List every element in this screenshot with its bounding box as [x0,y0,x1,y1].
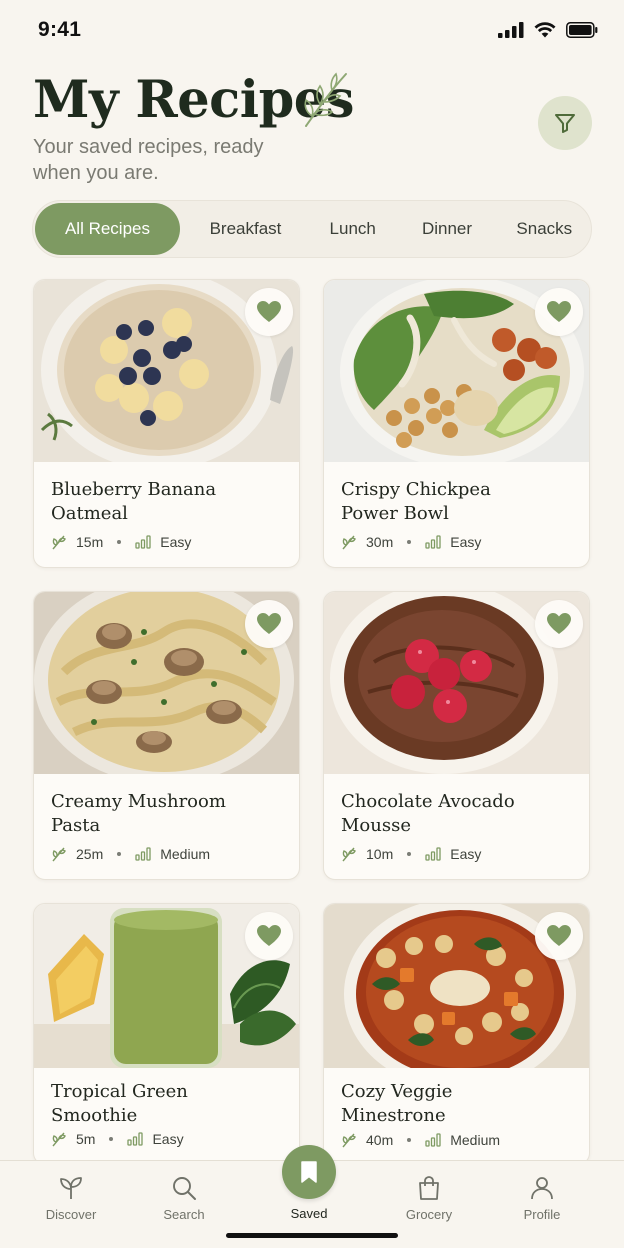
meta-separator [117,540,122,544]
recipe-image-green-smoothie [34,904,299,1068]
status-icons [498,22,598,38]
recipe-image-chickpea-bowl [324,280,589,462]
wifi-icon [534,22,556,38]
cellular-signal-icon [498,22,524,38]
favorite-button[interactable] [535,288,583,336]
search-icon [173,1177,196,1200]
leaf-time-icon [51,1131,67,1147]
meta-separator [109,1137,114,1141]
favorite-button[interactable] [245,288,293,336]
recipe-difficulty: Medium [450,1132,501,1148]
page-subtitle: Your saved recipes, ready when you are. [33,136,264,184]
recipe-card[interactable]: Creamy Mushroom Pasta 25m Medium [33,591,300,880]
nav-grocery-label: Grocery [405,1207,453,1222]
leaf-time-icon [51,534,67,550]
recipe-meta: 30m Easy [341,534,481,550]
meta-separator [407,540,412,544]
difficulty-bars-icon [135,535,151,549]
recipe-meta: 25m Medium [51,846,210,862]
nav-saved-label: Saved [290,1206,328,1221]
recipe-card[interactable]: Tropical Green Smoothie 5m Easy [33,903,300,1165]
chip-breakfast[interactable]: Breakfast [180,203,311,255]
recipe-time: 15m [76,534,104,550]
nav-search[interactable]: Search [134,1175,234,1222]
nav-discover[interactable]: Discover [21,1175,121,1222]
leaf-sprig-icon [304,72,347,127]
chip-dinner[interactable]: Dinner [394,203,499,255]
nav-grocery[interactable]: Grocery [379,1175,479,1222]
home-indicator [226,1233,398,1238]
nav-profile[interactable]: Profile [492,1175,592,1222]
difficulty-bars-icon [135,847,151,861]
recipe-title: Blueberry Banana Oatmeal [51,479,217,524]
status-time: 9:41 [38,18,82,41]
recipe-time: 10m [366,846,394,862]
battery-icon [566,22,598,38]
recipe-difficulty: Easy [160,534,192,550]
person-icon [531,1177,553,1200]
recipe-card[interactable]: Cozy Veggie Minestrone 40m Medium [323,903,590,1165]
favorite-button[interactable] [535,912,583,960]
nav-saved[interactable] [282,1145,336,1199]
shopping-bag-icon [419,1176,439,1200]
recipe-title: Cozy Veggie Minestrone [341,1081,453,1126]
heart-filled-icon [257,613,281,634]
difficulty-bars-icon [425,535,441,549]
recipe-difficulty: Easy [450,534,482,550]
recipe-meta: 10m Easy [341,846,481,862]
chip-all-recipes[interactable]: All Recipes [35,203,180,255]
recipe-image-minestrone [324,904,589,1068]
difficulty-bars-icon [127,1132,144,1146]
category-chips: All Recipes Breakfast Lunch Dinner Snack… [32,200,592,258]
recipe-time: 30m [366,534,394,550]
heart-filled-icon [257,925,281,946]
recipe-card[interactable]: Blueberry Banana Oatmeal 15m Easy [33,279,300,568]
leaf-time-icon [51,846,67,862]
heart-filled-icon [257,301,281,322]
recipe-time: 25m [76,846,104,862]
filter-funnel-icon [555,114,575,133]
status-bar: 9:41 [0,0,624,62]
chip-lunch[interactable]: Lunch [311,203,394,255]
meta-separator [117,852,122,856]
filter-button[interactable] [538,96,592,150]
leaf-time-icon [341,1132,357,1148]
favorite-button[interactable] [245,912,293,960]
recipe-meta: 15m Easy [51,534,191,550]
heart-filled-icon [547,925,571,946]
recipe-difficulty: Medium [160,846,211,862]
nav-profile-label: Profile [523,1207,561,1222]
recipe-image-oatmeal [34,280,299,462]
recipe-meta: 40m Medium [341,1132,500,1148]
leaf-time-icon [341,846,357,862]
recipe-image-mushroom-pasta [34,592,299,774]
recipe-title: Crispy Chickpea Power Bowl [341,479,491,524]
recipe-title: Tropical Green Smoothie [51,1081,188,1126]
recipe-title: Creamy Mushroom Pasta [51,791,226,836]
favorite-button[interactable] [245,600,293,648]
recipe-time: 40m [366,1132,394,1148]
nav-search-label: Search [163,1207,205,1222]
difficulty-bars-icon [425,1133,441,1147]
chip-snacks[interactable]: Snacks [500,203,589,255]
recipe-difficulty: Easy [152,1131,184,1147]
meta-separator [407,1138,412,1142]
recipe-image-chocolate-mousse [324,592,589,774]
recipe-card[interactable]: Chocolate Avocado Mousse 10m Easy [323,591,590,880]
difficulty-bars-icon [425,847,441,861]
bookmark-filled-icon [301,1161,317,1183]
favorite-button[interactable] [535,600,583,648]
recipe-difficulty: Easy [450,846,482,862]
heart-filled-icon [547,301,571,322]
leaf-time-icon [341,534,357,550]
recipe-meta: 5m Easy [51,1131,184,1147]
nav-discover-label: Discover [45,1207,97,1222]
recipe-title: Chocolate Avocado Mousse [341,791,515,836]
recipe-card[interactable]: Crispy Chickpea Power Bowl 30m Easy [323,279,590,568]
recipe-time: 5m [76,1131,96,1147]
heart-filled-icon [547,613,571,634]
sprout-icon [60,1177,82,1199]
meta-separator [407,852,412,856]
